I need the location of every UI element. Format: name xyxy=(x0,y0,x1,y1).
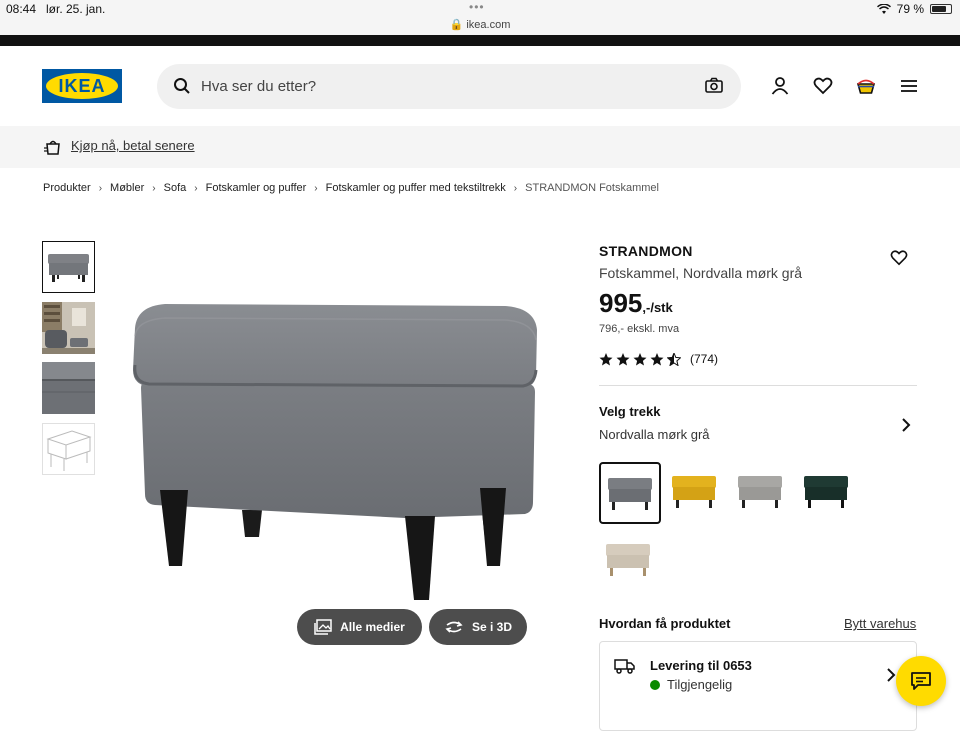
swatch-nordvalla-dark-grey[interactable] xyxy=(599,462,661,524)
breadcrumb-item[interactable]: Fotskamler og puffer xyxy=(206,182,307,194)
view-3d-button[interactable]: Se i 3D xyxy=(429,609,527,645)
truck-icon xyxy=(614,659,635,674)
star-icon xyxy=(650,352,664,365)
ikea-logo[interactable]: IKEA xyxy=(42,69,122,103)
basket-icon[interactable] xyxy=(856,76,876,96)
search-input[interactable] xyxy=(201,74,671,99)
all-media-button[interactable]: Alle medier xyxy=(297,609,422,645)
lock-icon: 🔒 xyxy=(449,19,464,31)
browser-toolbar-strip xyxy=(0,35,960,46)
product-main-image[interactable] xyxy=(125,290,545,610)
status-date: lør. 25. jan. xyxy=(46,2,106,16)
address-bar[interactable]: 🔒 ikea.com xyxy=(0,18,960,31)
ios-status-bar: 08:44 lør. 25. jan. ••• 🔒 ikea.com 79 % xyxy=(0,0,960,35)
swatch-yellow[interactable] xyxy=(665,462,727,524)
chevron-right-icon: › xyxy=(194,182,198,194)
variant-selected: Nordvalla mørk grå xyxy=(599,427,710,442)
breadcrumb-item[interactable]: Sofa xyxy=(164,182,187,194)
fulfilment-title: Hvordan få produktet xyxy=(599,616,731,631)
chevron-right-icon: › xyxy=(98,182,103,194)
chevron-right-icon: › xyxy=(314,182,318,194)
search-icon[interactable] xyxy=(173,77,191,95)
product-name: STRANDMON xyxy=(599,243,693,259)
divider xyxy=(599,385,917,386)
delivery-title: Levering til 0653 xyxy=(650,658,752,673)
thumbnail-detail[interactable] xyxy=(42,362,95,414)
promo-banner: Kjøp nå, betal senere xyxy=(0,126,960,168)
camera-icon[interactable] xyxy=(705,77,723,93)
product-description: Fotskammel, Nordvalla mørk grå xyxy=(599,265,803,281)
search-bar[interactable] xyxy=(157,64,741,109)
shopping-bag-icon xyxy=(44,140,60,155)
chat-button[interactable] xyxy=(896,656,946,706)
star-icon xyxy=(633,352,647,365)
battery-icon xyxy=(930,4,952,14)
delivery-status: Tilgjengelig xyxy=(667,677,733,692)
chevron-right-icon: › xyxy=(152,182,156,194)
menu-icon[interactable] xyxy=(899,76,919,96)
rating[interactable]: (774) xyxy=(599,352,718,366)
breadcrumb: Produkter › Møbler › Sofa › Fotskamler o… xyxy=(43,182,659,194)
chat-bubble-icon xyxy=(911,672,931,690)
price-value: 995 xyxy=(599,288,643,318)
breadcrumb-item[interactable]: Produkter xyxy=(43,182,91,194)
price-unit: ,-/stk xyxy=(642,300,673,315)
product-price: 995 ,-/stk xyxy=(599,288,673,319)
star-icon xyxy=(616,352,630,365)
all-media-label: Alle medier xyxy=(340,620,405,634)
rating-count[interactable]: (774) xyxy=(690,352,718,366)
breadcrumb-item[interactable]: Fotskamler og puffer med tekstiltrekk xyxy=(326,182,506,194)
view-3d-label: Se i 3D xyxy=(471,620,513,634)
change-store-link[interactable]: Bytt varehus xyxy=(844,616,916,631)
breadcrumb-current: STRANDMON Fotskammel xyxy=(525,182,659,194)
pay-later-link[interactable]: Kjøp nå, betal senere xyxy=(71,138,195,153)
thumbnail-product[interactable] xyxy=(42,241,95,293)
variant-label: Velg trekk xyxy=(599,404,661,419)
price-ex-vat: 796,- ekskl. mva xyxy=(599,323,680,335)
chevron-right-icon: › xyxy=(513,182,518,194)
swatch-light-grey[interactable] xyxy=(731,462,793,524)
half-star-icon xyxy=(667,352,681,366)
thumbnail-line-drawing[interactable] xyxy=(42,423,95,475)
chevron-right-icon[interactable] xyxy=(900,418,912,432)
chevron-right-icon xyxy=(887,668,896,682)
thumbnail-room-scene[interactable] xyxy=(42,302,95,354)
url-text: ikea.com xyxy=(466,19,511,31)
rotate-3d-icon xyxy=(445,621,463,633)
delivery-option[interactable]: Levering til 0653 Tilgjengelig xyxy=(599,641,917,731)
swatch-beige[interactable] xyxy=(599,530,661,592)
availability-dot-icon xyxy=(650,680,660,690)
status-time: 08:44 xyxy=(6,2,37,16)
star-icon xyxy=(599,352,613,365)
breadcrumb-item[interactable]: Møbler xyxy=(110,182,144,194)
heart-icon[interactable] xyxy=(813,76,833,96)
gallery-icon xyxy=(314,619,332,635)
favorite-heart-icon[interactable] xyxy=(890,249,908,266)
swatch-dark-green[interactable] xyxy=(797,462,859,524)
more-dots-icon[interactable]: ••• xyxy=(469,0,485,14)
wifi-icon xyxy=(876,3,891,14)
battery-percent: 79 % xyxy=(896,2,924,16)
user-icon[interactable] xyxy=(770,76,790,96)
